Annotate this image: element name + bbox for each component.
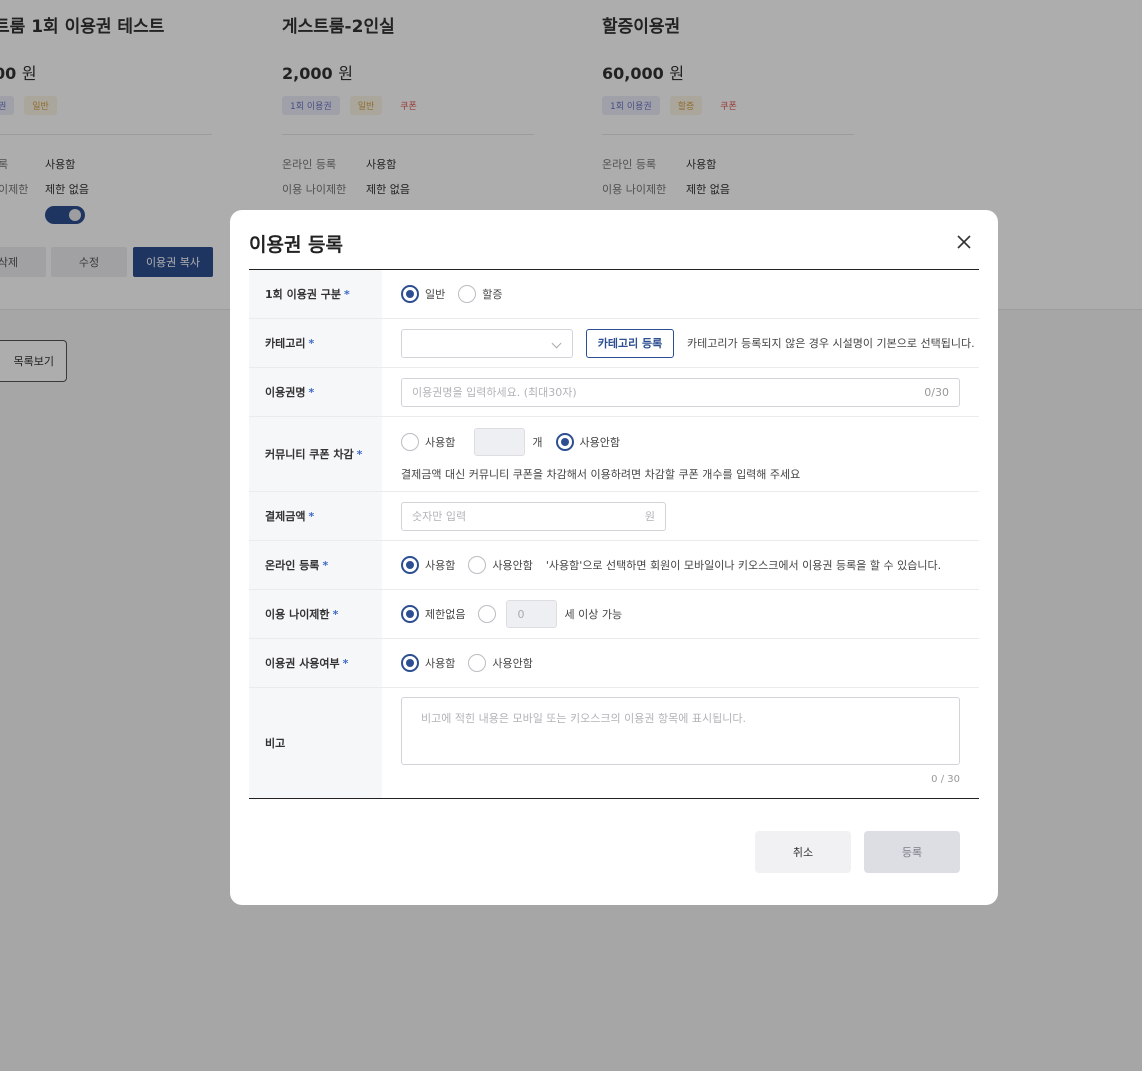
online-row: 온라인 등록 * 사용함 사용안함 '사용함'으로 선택하면 회원이 모바일이나 …	[249, 541, 979, 590]
category-field: 카테고리 등록 카테고리가 등록되지 않은 경우 시설명이 기본으로 선택됩니다…	[382, 319, 979, 367]
age-input[interactable]: 0	[506, 600, 558, 628]
modal-title: 이용권 등록	[249, 234, 344, 256]
ticket-register-modal: 이용권 등록 1회 이용권 구분 * 일반 할증 카테고리 * 카테고리 등록 카테…	[230, 210, 998, 905]
name-label: 이용권명 *	[249, 368, 382, 416]
close-icon[interactable]	[954, 232, 974, 252]
coupon-unit: 개	[532, 436, 543, 449]
cancel-button[interactable]: 취소	[755, 831, 851, 873]
online-note: '사용함'으로 선택하면 회원이 모바일이나 키오스크에서 이용권 등록을 할 …	[545, 559, 942, 572]
register-category-button[interactable]: 카테고리 등록	[586, 328, 674, 358]
price-row: 결제금액 * 숫자만 입력 원	[249, 492, 979, 541]
chevron-down-icon	[551, 338, 562, 348]
age-no-limit-radio[interactable]: 제한없음	[401, 605, 465, 623]
memo-row: 비고 비고에 적힌 내용은 모바일 또는 키오스크의 이용권 항목에 표시됩니다…	[249, 688, 979, 798]
online-not-use-radio[interactable]: 사용안함	[468, 556, 533, 574]
coupon-label: 커뮤니티 쿠폰 차감 *	[249, 417, 382, 491]
price-input[interactable]: 숫자만 입력 원	[401, 501, 666, 531]
name-row: 이용권명 * 이용권명을 입력하세요. (최대30자) 0/30	[249, 368, 979, 417]
type-label: 1회 이용권 구분 *	[249, 270, 382, 318]
category-row: 카테고리 * 카테고리 등록 카테고리가 등록되지 않은 경우 시설명이 기본으로…	[249, 319, 979, 368]
memo-label: 비고	[249, 688, 382, 798]
age-row: 이용 나이제한 * 제한없음 0 세 이상 가능	[249, 590, 979, 639]
submit-button[interactable]: 등록	[864, 831, 960, 873]
age-field: 제한없음 0 세 이상 가능	[382, 590, 979, 638]
usage-use-radio[interactable]: 사용함	[401, 654, 455, 672]
online-label: 온라인 등록 *	[249, 541, 382, 589]
memo-counter: 0 / 30	[931, 774, 960, 785]
memo-field: 비고에 적힌 내용은 모바일 또는 키오스크의 이용권 항목에 표시됩니다. 0…	[382, 688, 979, 798]
age-suffix: 세 이상 가능	[564, 608, 623, 621]
usage-row: 이용권 사용여부 * 사용함 사용안함	[249, 639, 979, 688]
type-field: 일반 할증	[382, 270, 979, 318]
online-use-radio[interactable]: 사용함	[401, 556, 455, 574]
age-label: 이용 나이제한 *	[249, 590, 382, 638]
coupon-count-input[interactable]	[474, 428, 526, 456]
usage-not-use-radio[interactable]: 사용안함	[468, 654, 533, 672]
price-field: 숫자만 입력 원	[382, 492, 979, 540]
coupon-field: 사용함 개 사용안함 결제금액 대신 커뮤니티 쿠폰을 차감해서 이용하려면 차…	[382, 417, 979, 491]
usage-field: 사용함 사용안함	[382, 639, 979, 687]
price-label: 결제금액 *	[249, 492, 382, 540]
online-field: 사용함 사용안함 '사용함'으로 선택하면 회원이 모바일이나 키오스크에서 이…	[382, 541, 979, 589]
type-surcharge-radio[interactable]: 할증	[458, 285, 503, 303]
type-row: 1회 이용권 구분 * 일반 할증	[249, 270, 979, 319]
ticket-name-input[interactable]: 이용권명을 입력하세요. (최대30자) 0/30	[401, 377, 960, 407]
coupon-help-text: 결제금액 대신 커뮤니티 쿠폰을 차감해서 이용하려면 차감할 쿠폰 개수를 입…	[401, 468, 801, 481]
ticket-name-counter: 0/30	[924, 385, 949, 399]
memo-textarea[interactable]: 비고에 적힌 내용은 모바일 또는 키오스크의 이용권 항목에 표시됩니다.	[401, 697, 960, 765]
category-hint: 카테고리가 등록되지 않은 경우 시설명이 기본으로 선택됩니다.	[687, 337, 975, 350]
price-unit: 원	[644, 510, 655, 523]
age-limit-radio[interactable]	[478, 605, 502, 623]
usage-label: 이용권 사용여부 *	[249, 639, 382, 687]
ticket-form: 1회 이용권 구분 * 일반 할증 카테고리 * 카테고리 등록 카테고리가 등록되…	[249, 269, 979, 799]
price-placeholder: 숫자만 입력	[412, 510, 467, 523]
coupon-not-use-radio[interactable]: 사용안함	[555, 433, 620, 451]
category-label: 카테고리 *	[249, 319, 382, 367]
ticket-name-placeholder: 이용권명을 입력하세요. (최대30자)	[412, 386, 577, 399]
coupon-row: 커뮤니티 쿠폰 차감 * 사용함 개 사용안함 결제금액 대신 커뮤니티 쿠폰을 …	[249, 417, 979, 492]
category-select[interactable]	[401, 328, 573, 358]
coupon-use-radio[interactable]: 사용함	[401, 433, 455, 451]
type-normal-radio[interactable]: 일반	[401, 285, 445, 303]
name-field: 이용권명을 입력하세요. (최대30자) 0/30	[382, 368, 979, 416]
